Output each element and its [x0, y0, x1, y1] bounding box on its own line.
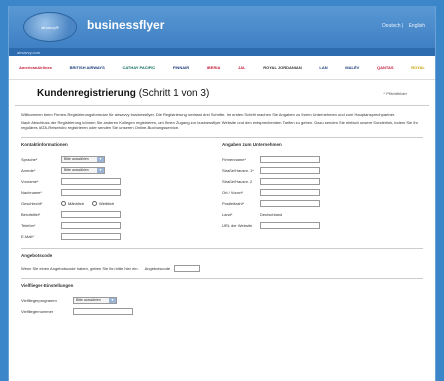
brand-name: businessflyer [87, 18, 165, 32]
email-label: E-Mail* [21, 233, 34, 239]
intro-paragraph: Nach Abschluss der Registrierung können … [21, 119, 418, 131]
airline-logo: AmericanAirlines [19, 65, 52, 70]
contact-column: Kontaktinformationen Sprache* Bitte auswä… [21, 142, 222, 242]
airline-logo: BRITISH AIRWAYS [69, 65, 105, 70]
lastname-label: Nachname* [21, 189, 42, 195]
city-label: Ort / Vorort* [222, 189, 244, 195]
airline-logo: JAL [238, 65, 246, 70]
header: airsavvy® businessflyer Deutsch | Englis… [9, 6, 435, 48]
page-title: Kundenregistrierung (Schritt 1 von 3) [37, 88, 210, 99]
frequent-flyer-section: Vielflieger-Einstellungen Vielfliegerpro… [21, 277, 423, 317]
contact-section-title: Kontaktinformationen [21, 141, 68, 147]
lang-deutsch-link[interactable]: Deutsch [382, 23, 400, 29]
subbar: airsavvy.com [9, 48, 435, 56]
company-name-input[interactable] [260, 155, 320, 163]
street2-label: Straße/Hausnr. 2 [222, 178, 253, 184]
url-label: URL der Website [222, 222, 253, 228]
language-label: Sprache* [21, 156, 38, 162]
phone-input[interactable] [61, 221, 121, 229]
logo-text: airsavvy® [41, 25, 59, 30]
ff-number-input[interactable] [73, 307, 133, 315]
gender-female-radio[interactable]: Weiblich [92, 200, 114, 206]
offer-text: Wenn Sie einen Angebotscode haben, geben… [21, 265, 139, 271]
chevron-down-icon: ▼ [109, 297, 116, 303]
ff-program-label: Vielfliegerprogramm [21, 297, 57, 303]
airline-logo: ROYAL [411, 65, 425, 70]
email-input[interactable] [61, 232, 121, 240]
subbar-link[interactable]: airsavvy.com [17, 50, 40, 55]
ff-section-title: Vielflieger-Einstellungen [21, 282, 74, 288]
airline-logo: LAN [319, 65, 328, 70]
airline-logo: CATHAY PACIFIC [122, 65, 156, 70]
offer-code-section: Angebotscode Wenn Sie einen Angebotscode… [21, 247, 423, 272]
gender-label: Geschlecht* [21, 200, 43, 206]
company-section-title: Angaben zum Unternehmen [222, 141, 282, 147]
country-value: Deutschland [260, 211, 283, 217]
street1-input[interactable] [260, 166, 320, 174]
company-column: Angaben zum Unternehmen Firmenname* Stra… [222, 142, 423, 242]
step-indicator: (Schritt 1 von 3) [138, 88, 210, 99]
gender-male-radio[interactable]: Männlich [61, 200, 84, 206]
title-row: Kundenregistrierung (Schritt 1 von 3) * … [15, 80, 429, 106]
company-name-label: Firmenname* [222, 156, 247, 162]
lang-english-link[interactable]: English [409, 23, 425, 29]
ff-number-label: Vielfliegernummer [21, 308, 54, 314]
position-input[interactable] [61, 210, 121, 218]
firstname-input[interactable] [61, 177, 121, 185]
airline-logo: IBERIA [206, 65, 221, 70]
offer-label: Angebotscode [144, 265, 171, 271]
salutation-label: Anrede* [21, 167, 36, 173]
intro-paragraph: Willkommen beim Firmen-Registrierungsfor… [21, 112, 396, 117]
airline-logo: MALÉV [345, 65, 360, 70]
page: airsavvy® businessflyer Deutsch | Englis… [8, 6, 436, 381]
lastname-input[interactable] [61, 188, 121, 196]
chevron-down-icon: ▼ [97, 167, 104, 173]
street2-input[interactable] [260, 177, 320, 185]
language-switch: Deutsch | English [382, 23, 425, 29]
city-input[interactable] [260, 188, 320, 196]
offer-section-title: Angebotscode [21, 252, 53, 258]
firstname-label: Vorname* [21, 178, 39, 184]
intro-text: Willkommen beim Firmen-Registrierungsfor… [9, 106, 435, 131]
language-select[interactable]: Bitte auswählen ▼ [61, 155, 105, 163]
airsavvy-logo[interactable]: airsavvy® [23, 12, 77, 42]
url-input[interactable] [260, 221, 320, 229]
zip-input[interactable] [260, 199, 320, 207]
position-label: Berufstitel* [21, 211, 41, 217]
required-note: * Pflichtfelder [383, 91, 407, 96]
offer-code-input[interactable] [174, 264, 201, 272]
zip-label: Postleitzahl* [222, 200, 245, 206]
street1-label: Straße/Hausnr. 1* [222, 167, 254, 173]
salutation-select[interactable]: Bitte auswählen ▼ [61, 166, 105, 174]
airline-logo: FINNAIR [172, 65, 190, 70]
country-label: Land* [222, 211, 233, 217]
chevron-down-icon: ▼ [97, 156, 104, 162]
airline-logo: ROYAL JORDANIAN [263, 65, 302, 70]
airline-logo: QANTAS [376, 65, 394, 70]
ff-program-select[interactable]: Bitte auswählen ▼ [73, 296, 117, 304]
phone-label: Telefon* [21, 222, 36, 228]
form-section-main: Kontaktinformationen Sprache* Bitte auswä… [21, 136, 423, 242]
airline-logos: AmericanAirlines BRITISH AIRWAYS CATHAY … [9, 56, 435, 80]
